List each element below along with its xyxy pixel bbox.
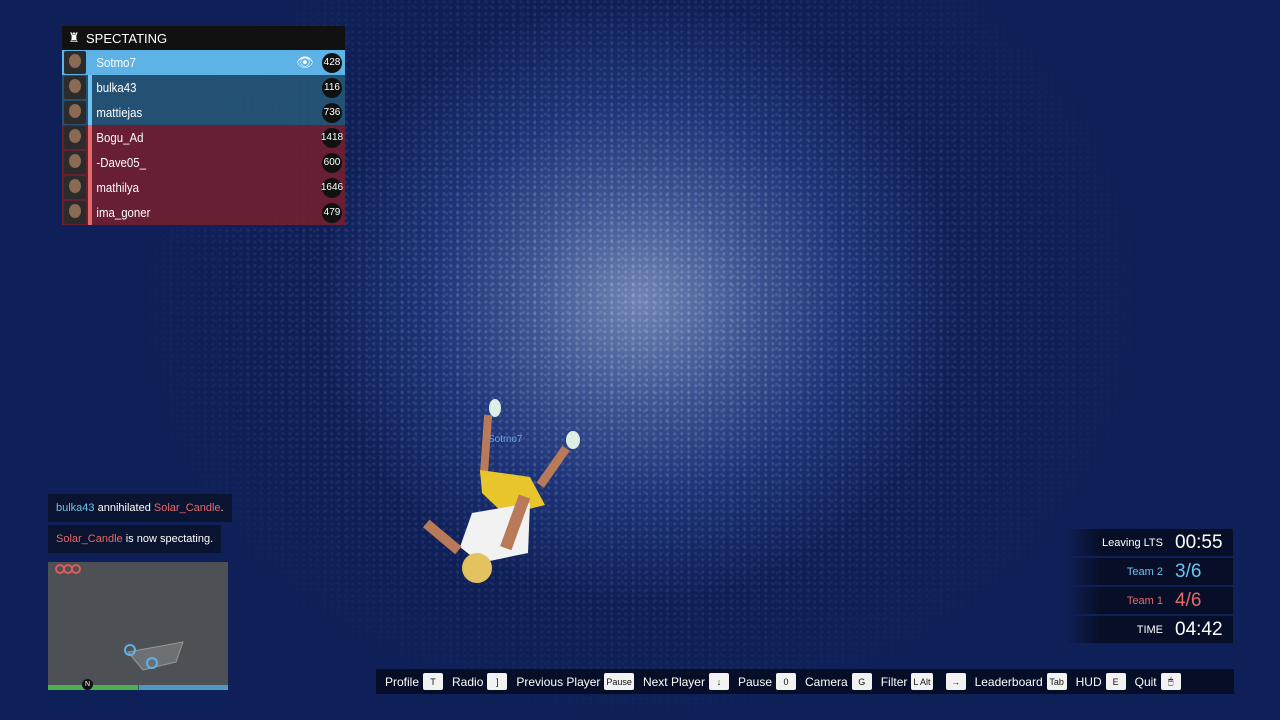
player-score: 1646 [321,177,343,198]
key-badge: Tab [1046,673,1067,690]
player-score: 116 [322,77,342,98]
key-badge: → [945,673,966,690]
team1-score: Team 1 4/6 [1066,587,1233,614]
player-score: 600 [322,152,342,173]
help-label: Previous Player [516,674,601,689]
help-label: Camera [805,674,848,689]
key-badge: Pause [604,673,634,690]
player-row[interactable]: Sotmo7 👁 428 [62,50,345,75]
key-badge: 0 [776,673,797,690]
feed-target: Solar_Candle [153,502,221,514]
health-bar [48,685,138,690]
help-label: Leaderboard [974,674,1043,689]
team1-label: Team 1 [1126,594,1163,607]
team1-value: 4/6 [1175,589,1202,611]
help-label: HUD [1075,674,1102,689]
team2-score: Team 2 3/6 [1066,558,1233,585]
eye-icon: 👁 [296,54,314,70]
feed-action: is now spectating. [125,533,214,545]
player-name: Sotmo7 [96,55,136,70]
team2-value: 3/6 [1175,560,1202,582]
help-label: Profile [385,674,420,689]
player-name: Bogu_Ad [96,130,144,145]
armor-bar [139,685,228,690]
help-item[interactable]: Pause 0 [737,673,797,690]
help-label: Next Player [642,674,705,689]
spectating-title: SPECTATING [86,30,168,46]
player-name: bulka43 [96,80,137,95]
match-timer: TIME 04:42 [1066,616,1233,643]
feed-item: Solar_Candle is now spectating. [48,525,222,553]
player-row[interactable]: ima_goner 479 [62,200,345,225]
player-nametag: Sotmo7 [488,434,523,445]
player-row[interactable]: mathilya 1646 [62,175,345,200]
player-row[interactable]: bulka43 116 [62,75,345,100]
key-badge: ↓ [708,673,729,690]
player-name: ima_goner [96,205,151,220]
leaving-lts-timer: Leaving LTS 00:55 [1066,529,1233,556]
player-avatar [64,101,86,124]
help-label: Pause [737,674,773,689]
player-avatar [64,201,86,224]
player-avatar [64,176,86,199]
help-label: Radio [452,674,484,689]
player-row[interactable]: mattiejas 736 [62,100,345,125]
player-row[interactable]: Bogu_Ad 1418 [62,125,345,150]
key-badge: ] [487,673,508,690]
player-score: 428 [322,52,342,73]
player-avatar [64,76,86,99]
time-value: 04:42 [1175,618,1223,640]
trophy-icon: ♜ [68,30,80,45]
help-item[interactable]: → [942,673,966,690]
player-avatar [64,126,86,149]
player-name: mathilya [96,180,140,195]
help-item[interactable]: HUD E [1076,673,1126,690]
help-item[interactable]: Quit 🖱 [1135,673,1181,690]
team2-label: Team 2 [1126,565,1163,578]
spectating-header: ♜ SPECTATING [62,26,345,50]
key-badge: T [423,673,444,690]
help-item[interactable]: Previous Player Pause [516,673,634,690]
north-indicator: N [82,679,93,690]
spectating-panel: ♜ SPECTATING Sotmo7 👁 428 bulka43 116 mattiej… [62,26,345,225]
feed-item: bulka43 annihilated Solar_Candle. [48,494,232,522]
feed-actor: bulka43 [56,502,95,514]
skydiver-player [422,399,580,583]
help-item[interactable]: Profile T [385,673,444,690]
player-name: mattiejas [96,105,143,120]
key-badge: E [1105,673,1126,690]
feed-action: annihilated [97,502,151,514]
controls-help-bar: Profile T Radio] Previous Player Pause Next P… [376,669,1234,694]
feed-end: . [220,502,224,514]
leaving-label: Leaving LTS [1102,536,1163,549]
player-avatar [64,51,86,74]
key-badge: L Alt [911,673,933,690]
help-item[interactable]: Leaderboard Tab [975,673,1067,690]
minimap: N [48,562,228,690]
time-label: TIME [1136,623,1163,636]
help-label: Filter [880,674,908,689]
player-score: 1418 [321,127,343,148]
help-item[interactable]: Filter L Alt [881,673,933,690]
player-name: -Dave05_ [96,155,147,170]
help-label: Quit [1134,674,1157,689]
leaving-time: 00:55 [1175,531,1223,553]
help-item[interactable]: Next Player ↓ [643,673,729,690]
feed-actor: Solar_Candle [56,533,123,545]
help-item[interactable]: Camera G [805,673,872,690]
player-score: 736 [322,102,342,123]
help-item[interactable]: Radio] [452,673,508,690]
player-row[interactable]: -Dave05_ 600 [62,150,345,175]
player-avatar [64,151,86,174]
player-score: 479 [322,202,342,223]
key-badge: 🖱 [1160,673,1181,690]
key-badge: G [851,673,872,690]
